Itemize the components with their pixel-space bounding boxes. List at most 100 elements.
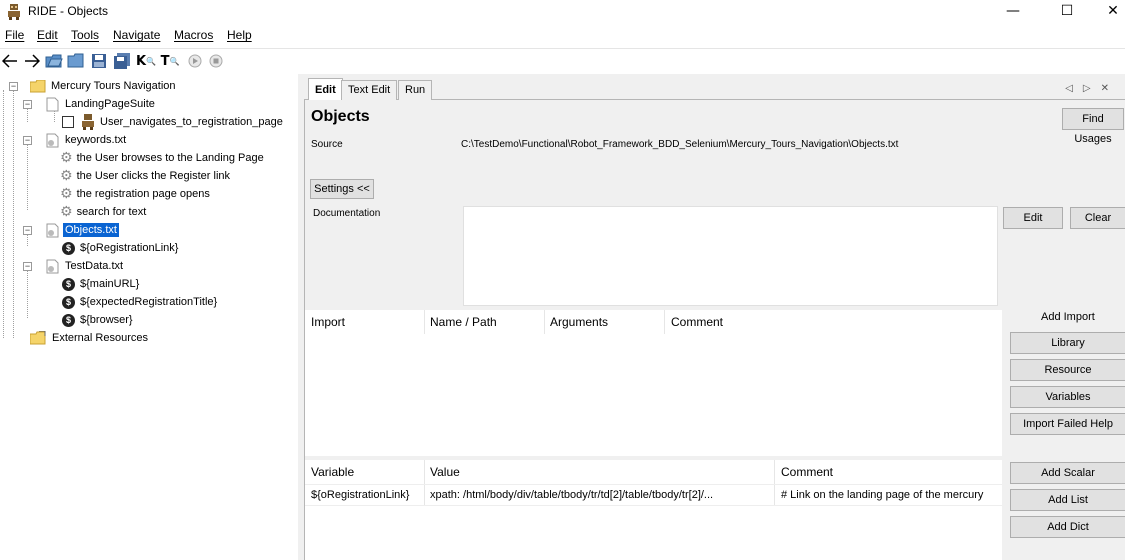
gear-icon: ⚙ <box>60 150 73 166</box>
minimize-button[interactable]: — <box>990 0 1036 24</box>
tree-item-keyword[interactable]: ⚙ search for text <box>60 203 148 221</box>
forward-arrow-icon[interactable] <box>23 52 41 70</box>
tab-scroll-arrows[interactable]: ◁▷✕ <box>1065 83 1119 94</box>
tree-item-label: LandingPageSuite <box>65 98 155 110</box>
close-button[interactable]: ✕ <box>1090 0 1125 24</box>
open-test-suite-icon[interactable] <box>45 52 63 70</box>
source-path: C:\TestDemo\Functional\Robot_Framework_B… <box>461 139 899 150</box>
tree-item-label: keywords.txt <box>65 134 127 146</box>
tab-text-edit[interactable]: Text Edit <box>341 80 398 100</box>
source-label: Source <box>311 139 343 150</box>
menu-edit[interactable]: Edit <box>37 28 58 42</box>
tree-item-keywords-file[interactable]: keywords.txt <box>46 131 128 149</box>
tab-edit[interactable]: Edit <box>308 78 343 101</box>
tree-item-variable[interactable]: $ ${mainURL} <box>62 275 141 293</box>
tree-item-keyword[interactable]: ⚙ the User browses to the Landing Page <box>60 149 266 167</box>
column-header-import: Import <box>311 315 346 329</box>
add-variables-button[interactable]: Variables <box>1010 386 1125 408</box>
back-arrow-icon[interactable] <box>1 52 19 70</box>
expand-toggle[interactable]: − <box>23 262 32 271</box>
save-all-icon[interactable] <box>113 52 131 70</box>
editor-tabs: Edit Text Edit Run ◁▷✕ <box>304 78 1125 101</box>
menu-help[interactable]: Help <box>227 28 252 42</box>
column-header-variable: Variable <box>311 465 355 479</box>
expand-toggle[interactable]: − <box>23 136 32 145</box>
import-failed-help-button[interactable]: Import Failed Help <box>1010 413 1125 435</box>
resource-file-icon <box>46 133 59 147</box>
menu-bar: File Edit Tools Navigate Macros Help <box>0 26 1125 46</box>
import-grid[interactable]: Import Name / Path Arguments Comment <box>305 310 1002 456</box>
search-tests-icon[interactable]: T 🔍 <box>161 52 180 70</box>
tree-item-label: External Resources <box>52 332 148 344</box>
edit-panel: Objects Find Usages Source C:\TestDemo\F… <box>304 100 1125 560</box>
column-header-name-path: Name / Path <box>430 315 497 329</box>
tree-item-variable[interactable]: $ ${browser} <box>62 311 135 329</box>
column-header-value: Value <box>430 465 460 479</box>
stop-icon[interactable] <box>207 52 225 70</box>
menu-navigate[interactable]: Navigate <box>113 28 160 42</box>
variable-value-cell[interactable]: xpath: /html/body/div/table/tbody/tr/td[… <box>430 489 770 501</box>
expand-toggle[interactable]: − <box>9 82 18 91</box>
file-icon <box>46 97 59 111</box>
folder-icon <box>30 79 46 92</box>
clear-documentation-button[interactable]: Clear <box>1070 207 1125 229</box>
tree-item-variable[interactable]: $ ${expectedRegistrationTitle} <box>62 293 219 311</box>
editor-pane: Edit Text Edit Run ◁▷✕ Objects Find Usag… <box>304 74 1125 560</box>
tree-item-label: search for text <box>76 206 147 218</box>
variable-comment-cell[interactable]: # Link on the landing page of the mercur… <box>781 489 1001 501</box>
tree-guide <box>13 90 14 338</box>
tree-guide <box>27 234 28 246</box>
tree-item-variable[interactable]: $ ${oRegistrationLink} <box>62 239 180 257</box>
add-library-button[interactable]: Library <box>1010 332 1125 354</box>
tree-item-suite[interactable]: LandingPageSuite <box>46 95 157 113</box>
dollar-icon: $ <box>62 277 75 291</box>
tree-item-label: the registration page opens <box>76 188 210 200</box>
menu-tools[interactable]: Tools <box>71 28 99 42</box>
menu-macros[interactable]: Macros <box>174 28 213 42</box>
tree-item-objects-file[interactable]: Objects.txt <box>46 221 120 239</box>
tree-item-test[interactable]: User_navigates_to_registration_page <box>62 113 285 131</box>
add-dict-button[interactable]: Add Dict <box>1010 516 1125 538</box>
gear-icon: ⚙ <box>60 186 73 202</box>
expand-toggle[interactable]: − <box>23 226 32 235</box>
settings-toggle-button[interactable]: Settings << <box>310 179 374 199</box>
add-list-button[interactable]: Add List <box>1010 489 1125 511</box>
column-header-comment: Comment <box>671 315 724 329</box>
open-directory-icon[interactable] <box>67 52 85 70</box>
tree-item-keyword[interactable]: ⚙ the registration page opens <box>60 185 212 203</box>
documentation-label: Documentation <box>313 208 381 219</box>
title-bar: RIDE - Objects — ☐ ✕ <box>0 0 1125 24</box>
expand-toggle[interactable]: − <box>23 100 32 109</box>
column-separator <box>544 310 545 334</box>
add-import-label: Add Import <box>1041 311 1095 323</box>
edit-documentation-button[interactable]: Edit <box>1003 207 1063 229</box>
external-folder-icon <box>30 331 46 345</box>
run-icon[interactable] <box>186 52 204 70</box>
gear-icon: ⚙ <box>60 168 73 184</box>
tree-item-external-resources[interactable]: External Resources <box>30 329 150 347</box>
column-header-comment: Comment <box>781 465 834 479</box>
tree-item-testdata-file[interactable]: TestData.txt <box>46 257 125 275</box>
add-scalar-button[interactable]: Add Scalar <box>1010 462 1125 484</box>
variable-name-cell[interactable]: ${oRegistrationLink} <box>311 489 423 501</box>
project-tree: − Mercury Tours Navigation − LandingPage… <box>0 74 298 560</box>
tree-item-root[interactable]: Mercury Tours Navigation <box>30 77 178 95</box>
table-row[interactable]: ${oRegistrationLink} xpath: /html/body/d… <box>305 484 1002 506</box>
tree-item-keyword[interactable]: ⚙ the User clicks the Register link <box>60 167 232 185</box>
dollar-icon: $ <box>62 313 75 327</box>
tree-item-label: User_navigates_to_registration_page <box>100 116 283 128</box>
tree-guide <box>27 108 28 122</box>
save-icon[interactable] <box>90 52 108 70</box>
add-resource-button[interactable]: Resource <box>1010 359 1125 381</box>
test-checkbox[interactable] <box>62 116 74 128</box>
find-usages-button[interactable]: Find Usages <box>1062 108 1124 145</box>
maximize-button[interactable]: ☐ <box>1044 0 1090 24</box>
gear-icon: ⚙ <box>60 204 73 220</box>
menu-file[interactable]: File <box>5 28 24 42</box>
robot-app-icon <box>8 4 20 20</box>
variable-grid[interactable]: Variable Value Comment ${oRegistrationLi… <box>305 460 1002 560</box>
tab-run[interactable]: Run <box>398 80 433 100</box>
search-keywords-icon[interactable]: K 🔍 <box>136 52 156 70</box>
documentation-field[interactable] <box>463 206 998 306</box>
tree-item-label: Objects.txt <box>62 222 120 238</box>
